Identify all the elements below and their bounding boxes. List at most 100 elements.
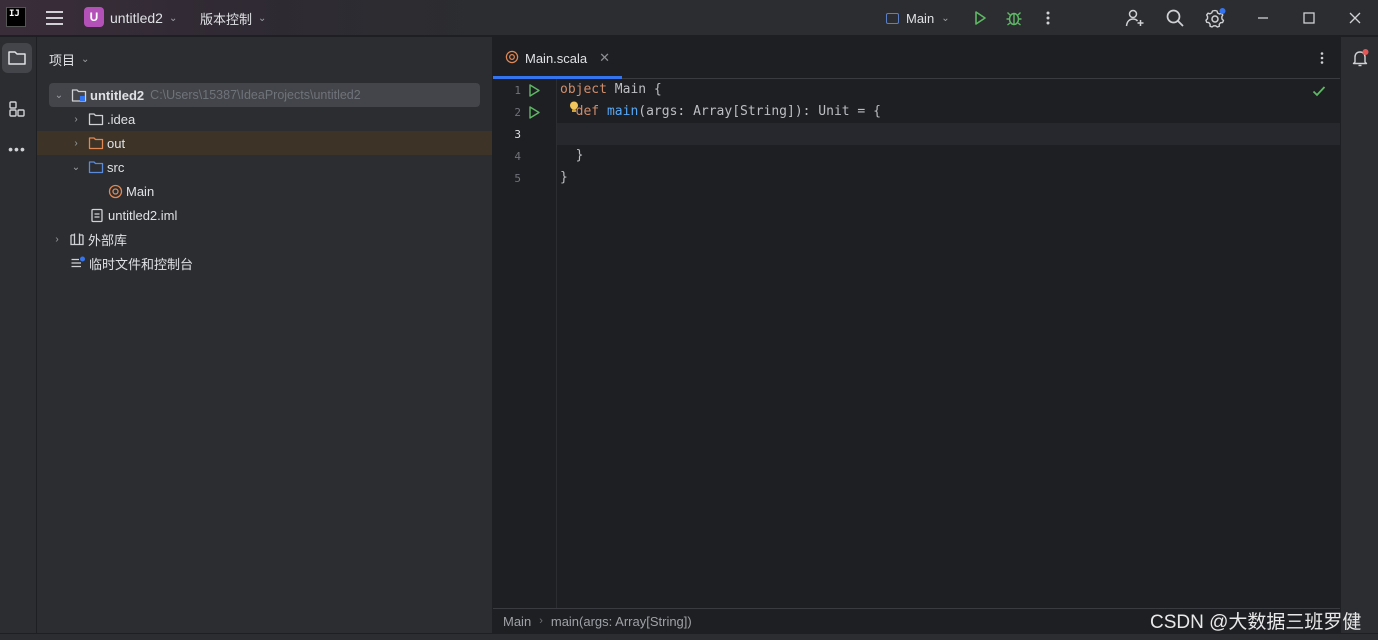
tree-row-iml[interactable]: untitled2.iml xyxy=(37,203,492,227)
more-vertical-icon xyxy=(1046,11,1050,25)
breadcrumb-item[interactable]: main(args: Array[String]) xyxy=(551,614,692,629)
minimize-button[interactable] xyxy=(1240,0,1286,36)
code-with-me-button[interactable] xyxy=(1122,5,1148,31)
chevron-down-icon: ⌄ xyxy=(168,12,178,24)
run-config-icon xyxy=(886,12,899,24)
tree-row-src[interactable]: ⌄ src xyxy=(37,155,492,179)
tree-label: untitled2.iml xyxy=(108,207,178,223)
tree-label: out xyxy=(107,135,126,151)
chevron-down-icon[interactable]: ⌄ xyxy=(70,161,82,173)
more-horizontal-icon: ••• xyxy=(8,141,26,157)
run-button[interactable] xyxy=(967,5,993,31)
project-name: untitled2 xyxy=(110,10,163,26)
debug-button[interactable] xyxy=(1001,5,1027,31)
project-badge-icon[interactable]: U xyxy=(84,7,104,27)
breadcrumb-item[interactable]: Main xyxy=(503,614,531,629)
code-editor[interactable]: 1 2 3 4 5 object Main { def main(args: A… xyxy=(493,79,1340,608)
close-icon xyxy=(1349,12,1361,24)
library-icon xyxy=(69,231,85,247)
root-path: C:\Users\15387\IdeaProjects\untitled2 xyxy=(150,88,361,102)
tree-row-out[interactable]: › out xyxy=(37,131,492,155)
run-config-name: Main xyxy=(906,10,935,26)
tree-label: 外部库 xyxy=(88,232,128,248)
app-logo: IJ xyxy=(6,7,26,27)
project-tool-button[interactable] xyxy=(2,43,32,73)
title-bar: IJ U untitled2 ⌄ 版本控制 ⌄ Main ⌄ xyxy=(0,0,1378,36)
search-icon xyxy=(1166,9,1184,27)
structure-icon xyxy=(9,101,25,117)
tree-row-idea[interactable]: › .idea xyxy=(37,107,492,131)
settings-button[interactable] xyxy=(1202,5,1228,31)
search-button[interactable] xyxy=(1162,5,1188,31)
scratches-icon xyxy=(70,255,86,271)
code-line-5: } xyxy=(560,170,568,185)
module-folder-icon xyxy=(71,87,87,103)
scala-object-icon xyxy=(107,183,123,199)
folder-icon xyxy=(88,111,104,127)
chevron-down-icon: ⌄ xyxy=(81,54,90,65)
close-window-button[interactable] xyxy=(1332,0,1378,36)
line-number: 5 xyxy=(514,172,521,185)
tree-row-external-libraries[interactable]: › 外部库 xyxy=(37,227,492,251)
tab-options-button[interactable] xyxy=(1312,48,1332,68)
run-icon xyxy=(975,11,986,25)
maximize-button[interactable] xyxy=(1286,0,1332,36)
vcs-widget[interactable]: 版本控制 ⌄ xyxy=(200,9,266,27)
minimize-icon xyxy=(1258,17,1268,19)
run-config-selector[interactable]: Main ⌄ xyxy=(886,8,950,28)
tree-row-main[interactable]: Main xyxy=(37,179,492,203)
line-number: 2 xyxy=(514,106,521,119)
scala-object-icon xyxy=(505,50,519,67)
maximize-icon xyxy=(1303,12,1315,24)
inspection-ok-icon[interactable] xyxy=(1312,85,1326,100)
tree-label: src xyxy=(107,159,125,175)
file-icon xyxy=(89,207,105,223)
tree-row-root[interactable]: ⌄ untitled2 C:\Users\15387\IdeaProjects\… xyxy=(49,83,480,107)
panel-title: 项目 xyxy=(49,53,76,68)
more-actions-button[interactable] xyxy=(1035,5,1061,31)
line-number: 3 xyxy=(514,128,521,141)
chevron-down-icon: ⌄ xyxy=(941,12,950,24)
more-vertical-icon xyxy=(1320,52,1324,64)
tab-main-scala[interactable]: Main.scala ✕ xyxy=(493,37,622,79)
intention-bulb-icon[interactable] xyxy=(569,101,579,113)
gutter-run-icon[interactable] xyxy=(527,83,541,97)
code-line-2: def main(args: Array[String]): Unit = { xyxy=(575,104,881,119)
vcs-label: 版本控制 xyxy=(200,11,253,27)
caret-row-highlight xyxy=(557,123,1340,145)
close-tab-icon[interactable]: ✕ xyxy=(599,50,610,66)
notifications-button[interactable] xyxy=(1345,43,1375,73)
chevron-down-icon: ⌄ xyxy=(258,12,267,24)
excluded-folder-icon xyxy=(88,135,104,151)
left-tool-strip: ••• xyxy=(0,37,37,640)
project-widget[interactable]: untitled2 ⌄ xyxy=(110,9,177,27)
tree-label: Main xyxy=(126,183,155,199)
tree-label: 临时文件和控制台 xyxy=(89,256,194,272)
tree-row-scratches[interactable]: 临时文件和控制台 xyxy=(37,251,492,275)
tab-label: Main.scala xyxy=(525,50,588,66)
gutter-run-icon[interactable] xyxy=(527,105,541,119)
chevron-right-icon[interactable]: › xyxy=(51,233,63,245)
root-name: untitled2 xyxy=(90,87,145,103)
gear-icon xyxy=(1205,8,1226,28)
structure-tool-button[interactable] xyxy=(2,94,32,124)
add-user-icon xyxy=(1125,9,1144,27)
project-panel: 项目 ⌄ ⌄ untitled2 C:\Users\15387\IdeaProj… xyxy=(37,37,493,633)
code-line-1: object Main { xyxy=(560,82,662,97)
line-number: 4 xyxy=(514,150,521,163)
editor-tab-bar: Main.scala ✕ xyxy=(493,37,1340,79)
chevron-right-icon[interactable]: › xyxy=(70,137,82,149)
project-view-selector[interactable]: 项目 ⌄ xyxy=(49,50,89,69)
chevron-down-icon[interactable]: ⌄ xyxy=(53,89,65,101)
code-line-4: } xyxy=(560,148,584,163)
chevron-right-icon[interactable]: › xyxy=(70,113,82,125)
line-number: 1 xyxy=(514,84,521,97)
chevron-right-icon: › xyxy=(539,615,543,627)
main-menu-button[interactable] xyxy=(44,8,64,28)
tree-label: .idea xyxy=(107,111,136,127)
bell-icon xyxy=(1352,49,1369,67)
watermark: CSDN @大数据三班罗健 xyxy=(1150,612,1362,633)
bug-icon xyxy=(1006,12,1022,26)
more-tool-windows-button[interactable]: ••• xyxy=(2,134,32,164)
source-folder-icon xyxy=(88,159,104,175)
